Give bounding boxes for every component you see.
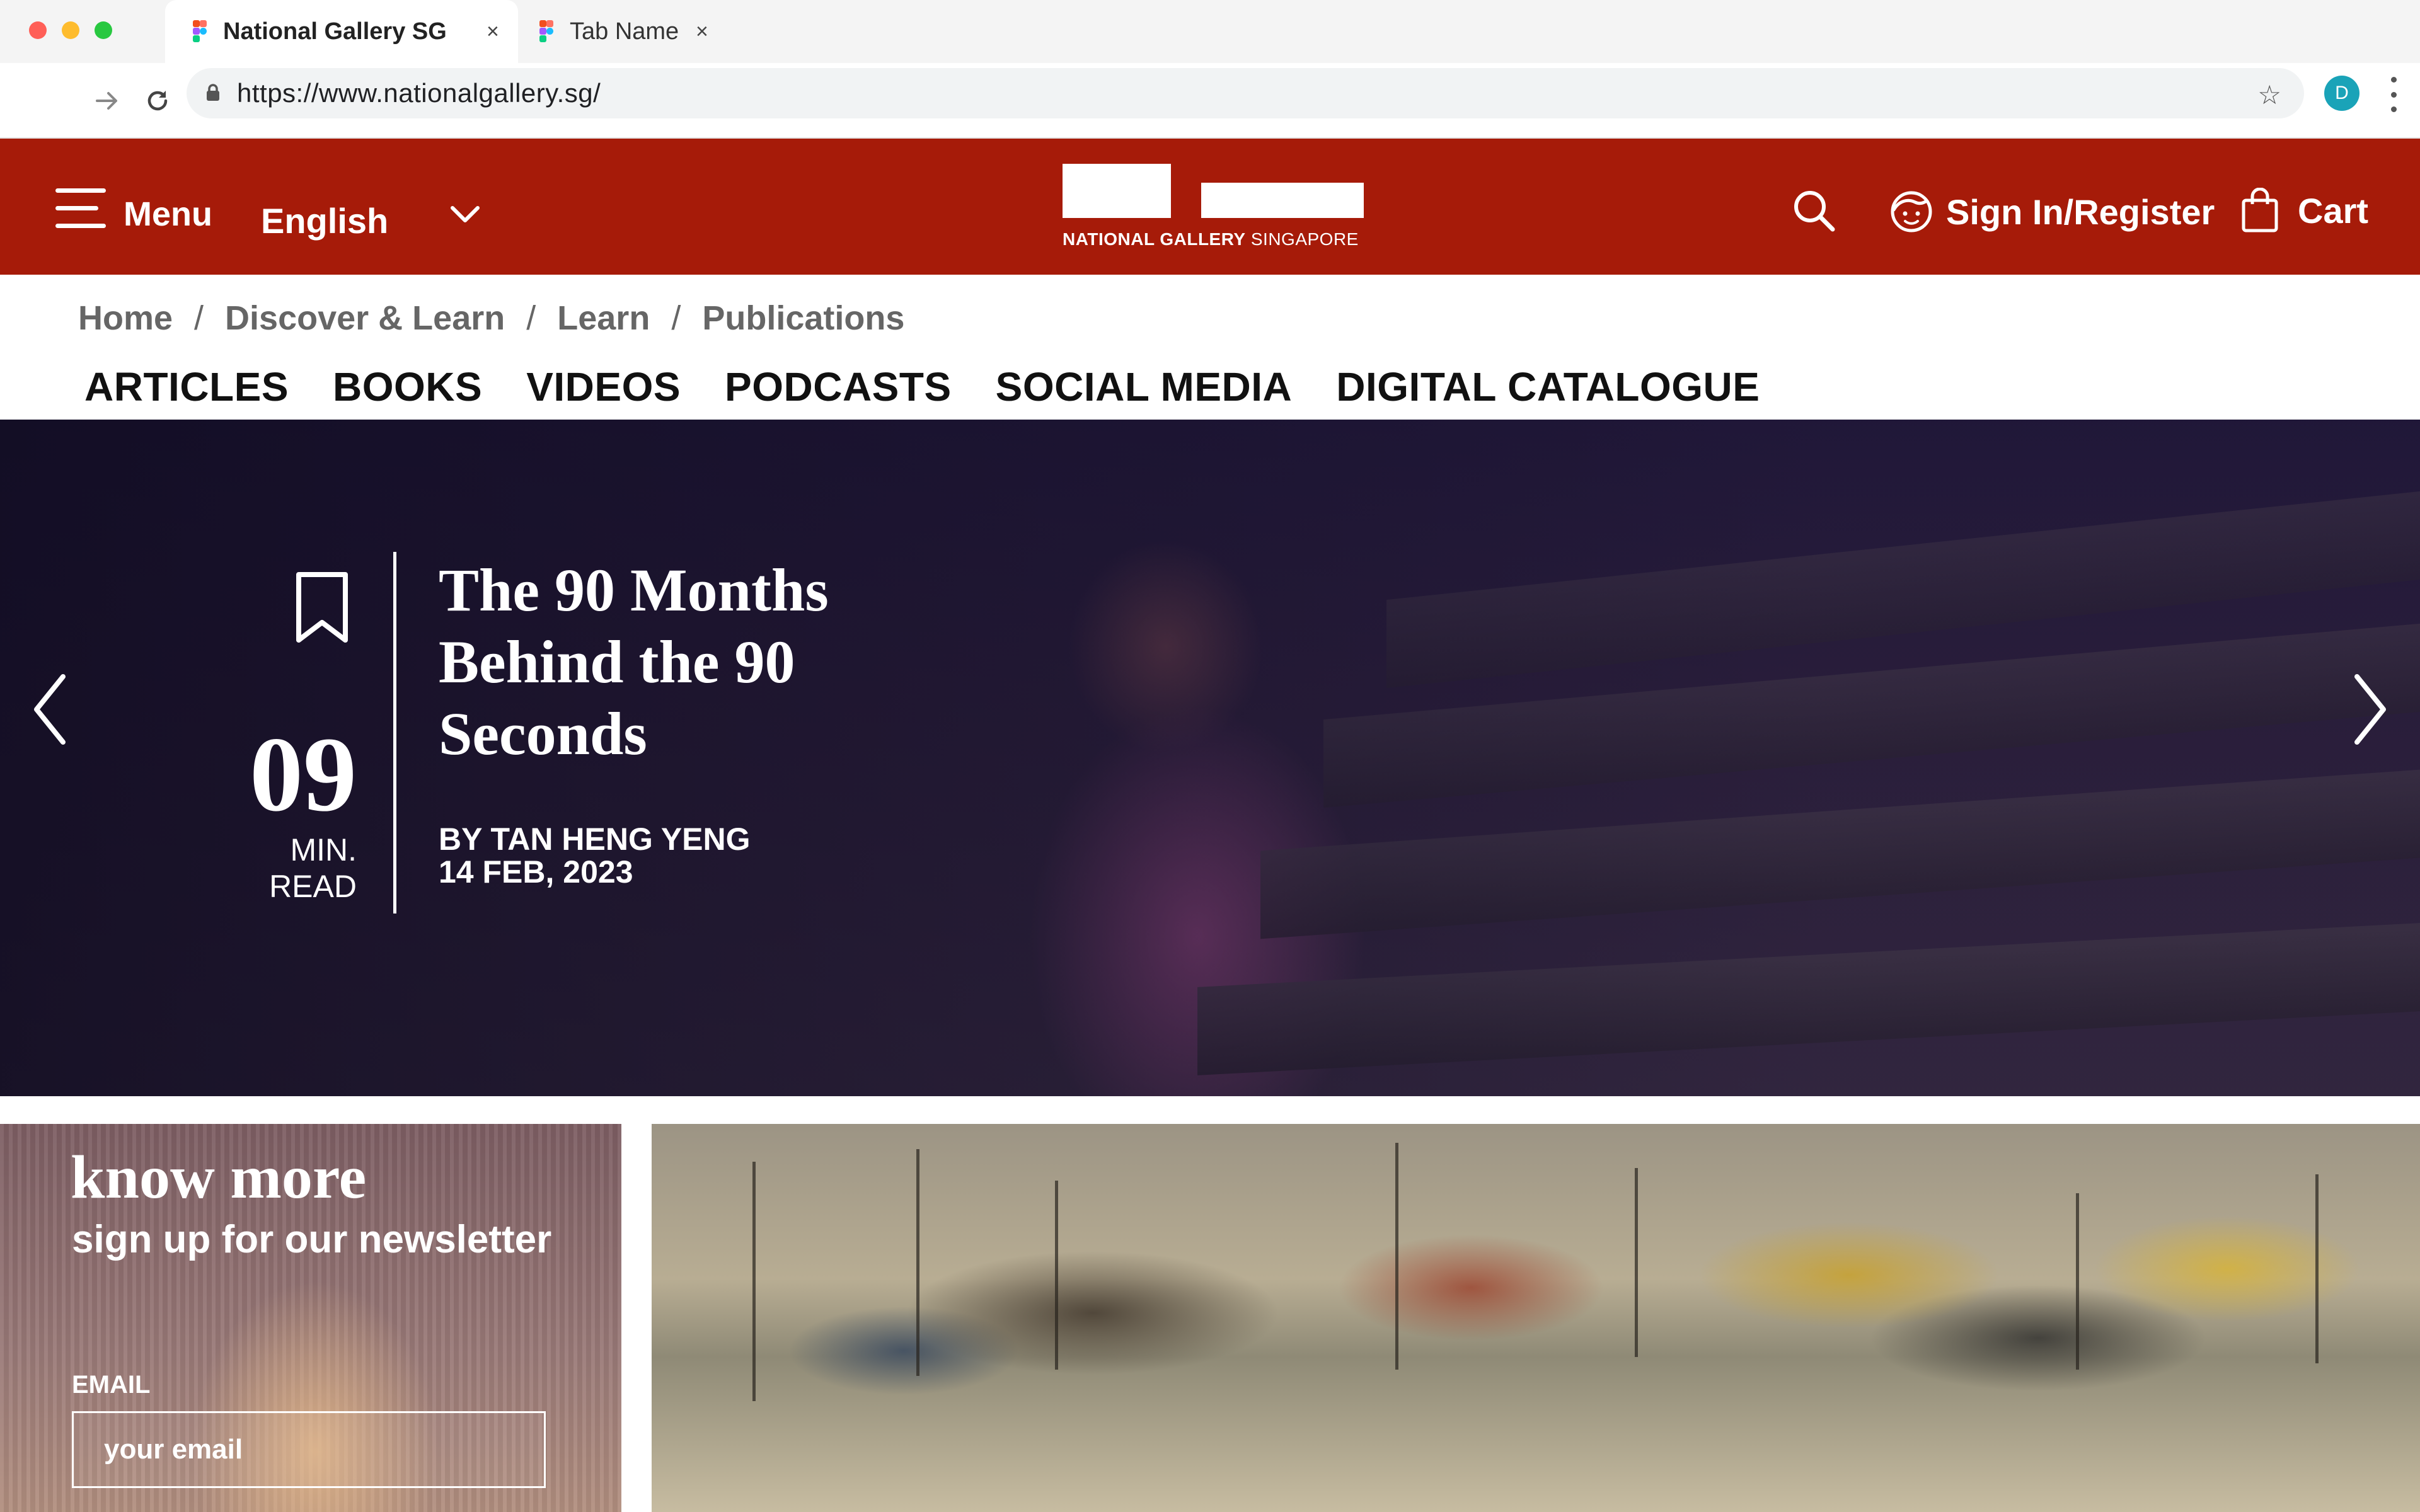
bookmark-icon[interactable] xyxy=(294,571,350,645)
hero-date: 14 FEB, 2023 xyxy=(439,854,633,890)
read-time-label: MIN. READ xyxy=(269,832,357,904)
bookmark-star-icon[interactable]: ☆ xyxy=(2257,79,2281,110)
chevron-down-icon[interactable] xyxy=(449,198,481,231)
newsletter-subtitle: sign up for our newsletter xyxy=(72,1218,552,1261)
chevron-left-icon[interactable] xyxy=(23,665,73,753)
address-bar[interactable]: https://www.nationalgallery.sg/ ☆ xyxy=(187,68,2304,118)
nav-books[interactable]: BOOKS xyxy=(333,364,482,410)
national-gallery-logo[interactable]: NATIONAL GALLERY SINGAPORE xyxy=(1059,164,1368,258)
language-selector[interactable]: English xyxy=(261,200,388,241)
nav-videos[interactable]: VIDEOS xyxy=(526,364,681,410)
sign-in-register-link[interactable]: Sign In/Register xyxy=(1889,185,2215,238)
browser-menu-icon[interactable] xyxy=(2387,77,2400,112)
shopping-bag-icon xyxy=(2242,188,2278,232)
email-field[interactable] xyxy=(72,1411,546,1488)
featured-painting-image[interactable] xyxy=(652,1124,2420,1512)
newsletter-title: know more xyxy=(71,1143,367,1211)
page: National Gallery SG × Tab Name × https:/… xyxy=(0,0,2420,1512)
tab-close-icon[interactable]: × xyxy=(487,20,499,44)
breadcrumb-separator: / xyxy=(526,299,536,337)
tab-close-icon[interactable]: × xyxy=(696,20,708,44)
cart-label: Cart xyxy=(2298,190,2369,231)
hero-divider xyxy=(393,552,396,914)
breadcrumb-separator: / xyxy=(194,299,204,337)
browser-tab-active[interactable]: National Gallery SG × xyxy=(165,0,518,63)
figma-favicon-icon xyxy=(539,20,553,43)
breadcrumb-discover-learn[interactable]: Discover & Learn xyxy=(225,299,505,338)
profile-avatar[interactable]: D xyxy=(2324,76,2360,111)
tab-title: National Gallery SG xyxy=(223,18,447,45)
hero-author: BY TAN HENG YENG xyxy=(439,822,751,857)
logo-text-bold: NATIONAL GALLERY xyxy=(1063,229,1246,249)
user-face-icon xyxy=(1891,191,1932,232)
tab-strip: National Gallery SG × Tab Name × xyxy=(0,0,2420,63)
browser-chrome: National Gallery SG × Tab Name × https:/… xyxy=(0,0,2420,139)
forward-button[interactable] xyxy=(83,77,131,125)
newsletter-panel: know more sign up for our newsletter EMA… xyxy=(0,1124,621,1512)
lock-icon xyxy=(207,84,219,101)
breadcrumb-separator: / xyxy=(671,299,681,337)
nav-articles[interactable]: ARTICLES xyxy=(84,364,289,410)
site-header: Menu English NATIONAL GALLERY SINGAPORE … xyxy=(0,139,2420,275)
hero-article-title[interactable]: The 90 Months Behind the 90 Seconds xyxy=(439,554,955,770)
nav-social-media[interactable]: SOCIAL MEDIA xyxy=(996,364,1293,410)
search-icon[interactable] xyxy=(1790,186,1840,237)
breadcrumb-publications[interactable]: Publications xyxy=(702,299,904,338)
chevron-right-icon[interactable] xyxy=(2347,665,2397,753)
breadcrumb-learn[interactable]: Learn xyxy=(557,299,650,338)
breadcrumb-home[interactable]: Home xyxy=(78,299,173,338)
hero-byline: BY TAN HENG YENG 14 FEB, 2023 xyxy=(439,823,751,888)
logo-text-light: SINGAPORE xyxy=(1245,229,1359,249)
url-text: https://www.nationalgallery.sg/ xyxy=(237,78,601,108)
minimize-window-button[interactable] xyxy=(62,21,79,39)
category-nav: ARTICLES BOOKS VIDEOS PODCASTS SOCIAL ME… xyxy=(84,362,1804,412)
arrow-right-icon xyxy=(96,92,117,110)
tab-title: Tab Name xyxy=(570,18,679,45)
nav-digital-catalogue[interactable]: DIGITAL CATALOGUE xyxy=(1336,364,1760,410)
breadcrumb: Home / Discover & Learn / Learn / Public… xyxy=(78,299,904,338)
cart-link[interactable]: Cart xyxy=(2241,183,2368,238)
read-time-minutes: 09 xyxy=(250,715,357,833)
reload-button[interactable] xyxy=(134,77,182,125)
browser-tab[interactable]: Tab Name × xyxy=(518,0,726,63)
reload-icon xyxy=(147,91,168,111)
menu-button[interactable]: Menu xyxy=(55,183,212,233)
figma-favicon-icon xyxy=(193,20,207,43)
menu-label: Menu xyxy=(124,195,212,233)
close-window-button[interactable] xyxy=(29,21,47,39)
sign-in-label: Sign In/Register xyxy=(1946,192,2215,232)
hamburger-icon xyxy=(55,187,111,229)
email-label: EMAIL xyxy=(72,1371,151,1399)
nav-podcasts[interactable]: PODCASTS xyxy=(725,364,952,410)
hero-carousel[interactable]: 09 MIN. READ The 90 Months Behind the 90… xyxy=(0,420,2420,1096)
maximize-window-button[interactable] xyxy=(95,21,112,39)
